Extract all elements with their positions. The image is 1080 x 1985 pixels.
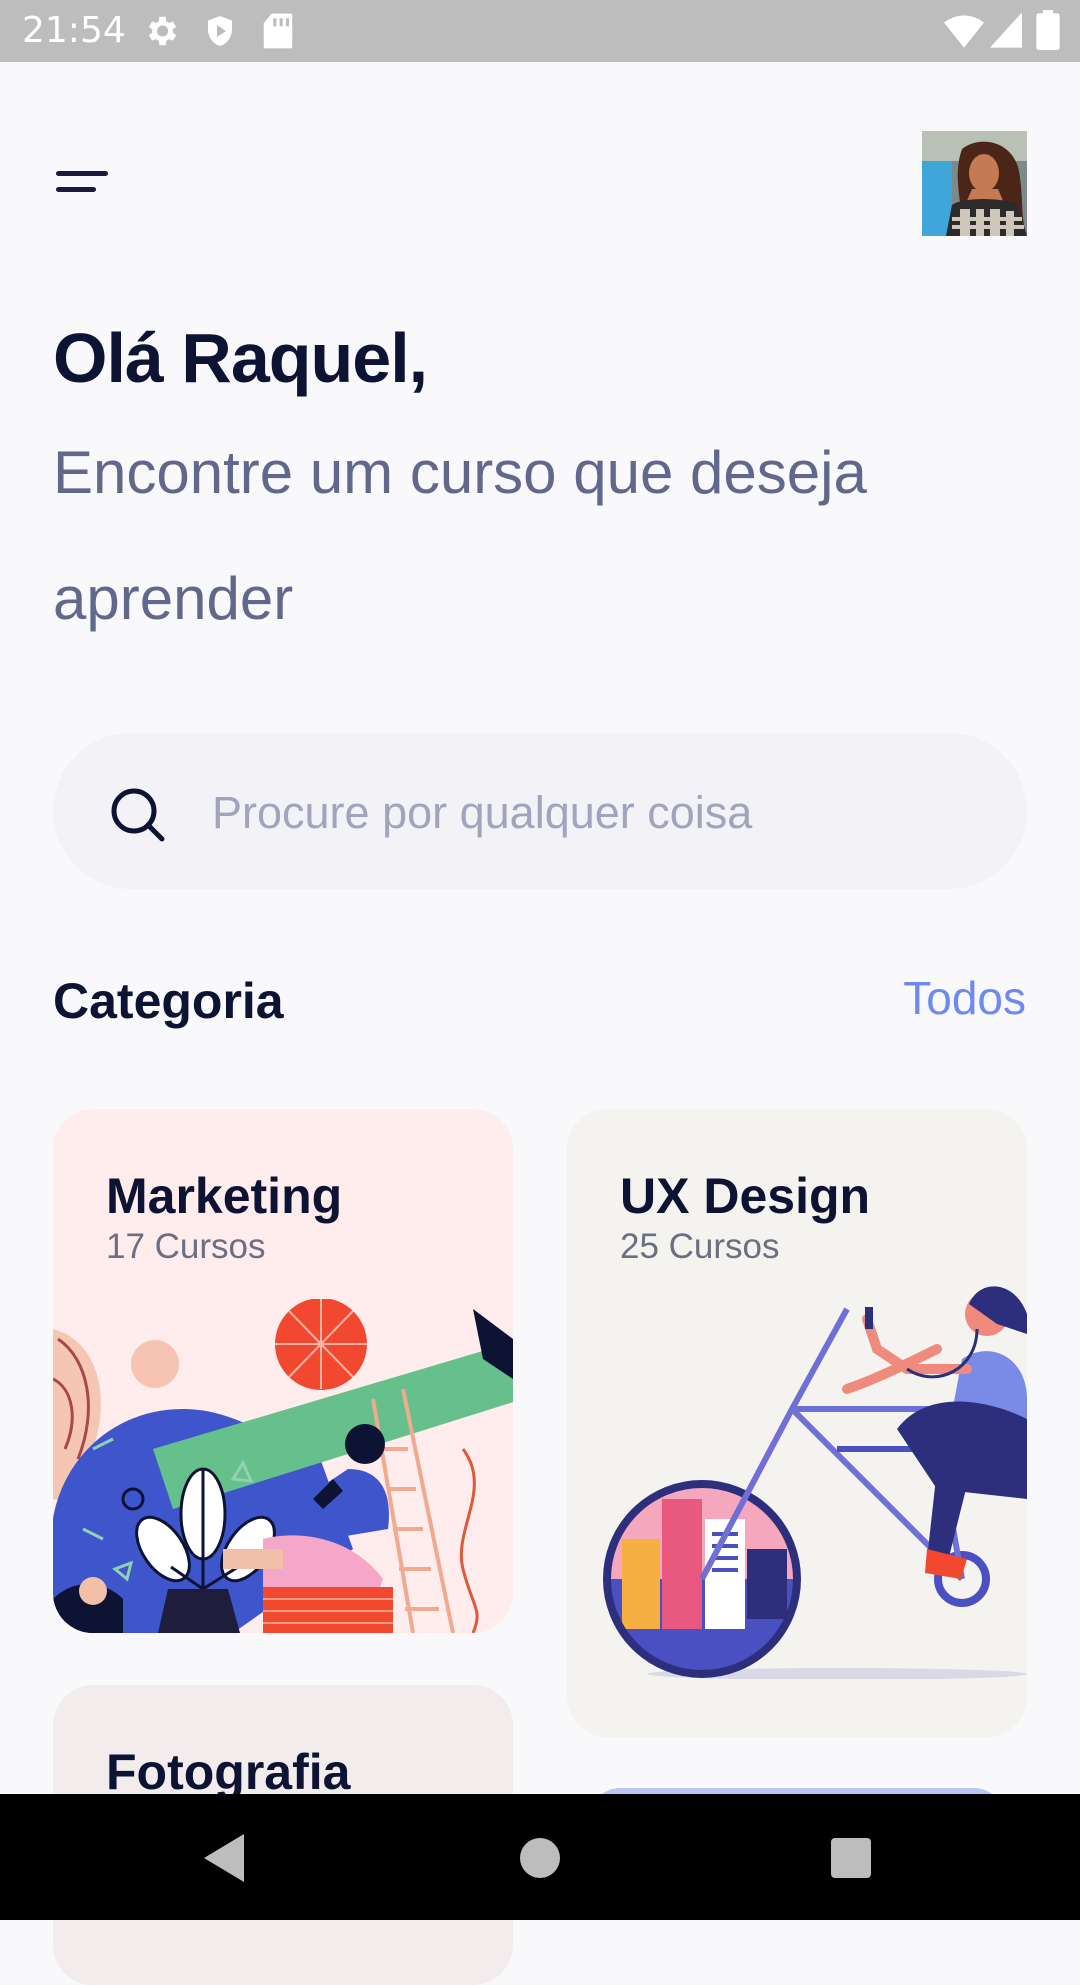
- search-icon: [111, 788, 165, 842]
- gear-icon: [148, 16, 177, 46]
- sd-card-icon: [263, 13, 293, 49]
- search-input[interactable]: [210, 777, 994, 849]
- battery-icon: [1036, 10, 1060, 50]
- system-nav-bar: [0, 1794, 1080, 1920]
- wifi-icon: [944, 15, 984, 48]
- shield-icon: [208, 16, 232, 46]
- signal-icon: [990, 12, 1022, 48]
- category-card-marketing[interactable]: Marketing 17 Cursos: [53, 1109, 513, 1633]
- recents-icon[interactable]: [819, 1826, 883, 1890]
- back-icon[interactable]: [196, 1826, 260, 1890]
- category-card-ux-design[interactable]: UX Design 25 Cursos: [567, 1109, 1027, 1737]
- marketing-illustration: [53, 1299, 513, 1633]
- greeting-title: Olá Raquel,: [53, 319, 428, 397]
- ux-design-illustration: [603, 1286, 1027, 1679]
- card-title: Marketing: [106, 1168, 343, 1224]
- status-bar: 21:54: [0, 0, 1080, 62]
- menu-icon[interactable]: [52, 168, 112, 198]
- category-title: Categoria: [53, 973, 284, 1029]
- status-time: 21:54: [22, 10, 126, 51]
- search-bar[interactable]: [53, 733, 1027, 889]
- see-all-link[interactable]: Todos: [903, 971, 1026, 1025]
- home-icon[interactable]: [508, 1826, 572, 1890]
- greeting-subtitle: Encontre um curso que deseja aprender: [53, 439, 867, 632]
- card-title: UX Design: [620, 1168, 871, 1224]
- card-count: 17 Cursos: [106, 1227, 266, 1266]
- avatar[interactable]: [922, 131, 1027, 236]
- card-title: Fotografia: [106, 1744, 351, 1800]
- profile-photo: [922, 131, 1027, 236]
